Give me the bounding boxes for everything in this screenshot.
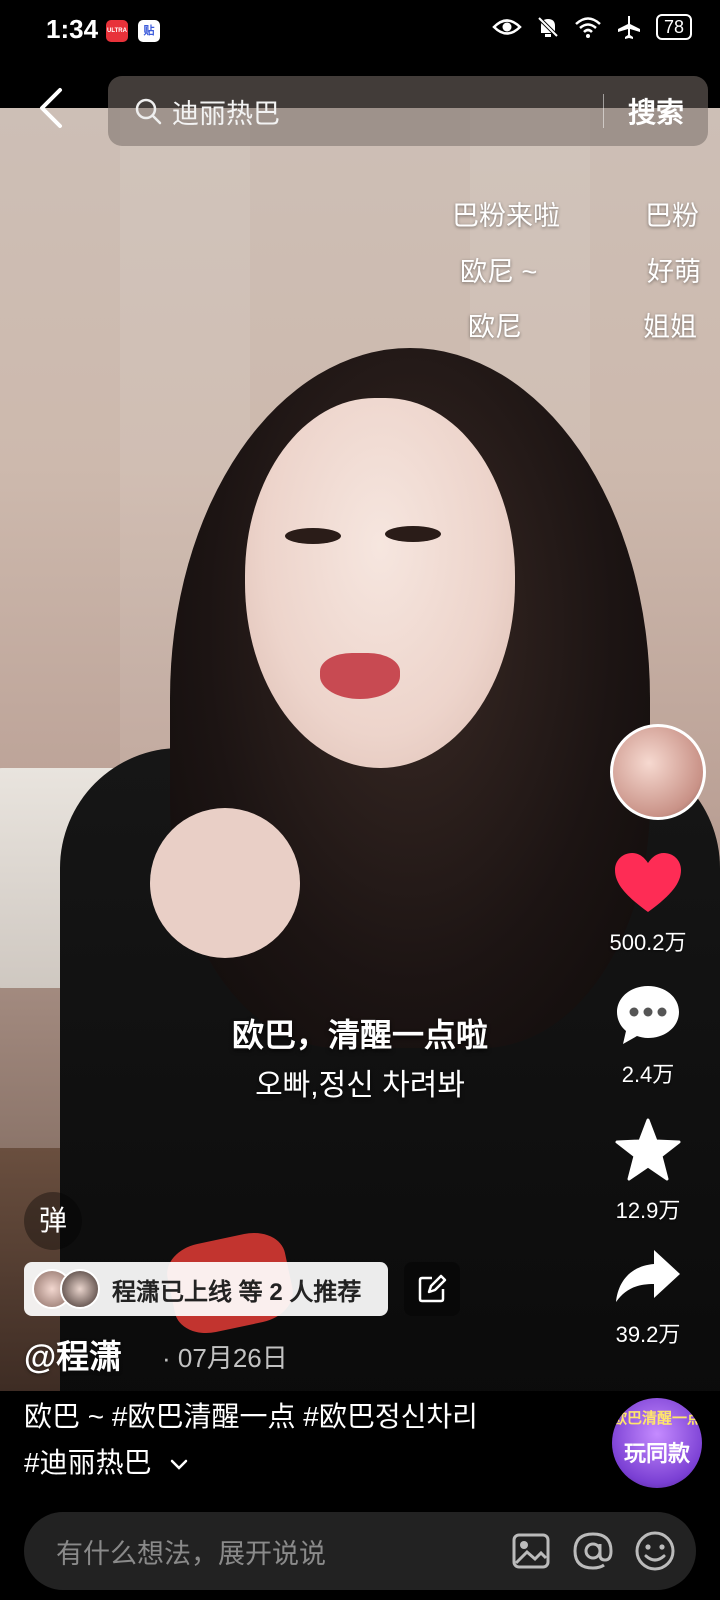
image-icon (512, 1533, 550, 1569)
comment-icon (617, 986, 679, 1044)
mouth (320, 653, 400, 699)
danmaku-comment: 欧尼 ~ (460, 257, 538, 287)
recommend-text: 程潇已上线 等 2 人推荐 (112, 1278, 362, 1306)
search-query[interactable]: 迪丽热巴 (172, 92, 603, 131)
comment-count: 2.4万 (621, 1062, 675, 1087)
comment-button[interactable]: 2.4万 (598, 984, 698, 1089)
post-caption[interactable]: 欧巴 ~ #欧巴清醒一点 #欧巴정신차리 #迪丽热巴 (24, 1394, 604, 1486)
danmaku-comment: 好萌 (647, 257, 701, 287)
recommend-chip[interactable]: 程潇已上线 等 2 人推荐 (24, 1262, 388, 1316)
date-separator: · (162, 1343, 171, 1373)
caption-line: 欧巴 ~ #欧巴清醒一点 #欧巴정신차리 (24, 1401, 478, 1432)
post-date: · 07月26日 (162, 1338, 288, 1375)
creator-avatar[interactable] (610, 724, 706, 820)
heart-icon (615, 853, 681, 912)
image-button[interactable] (500, 1531, 562, 1571)
share-arrow-icon (616, 1250, 680, 1302)
danmaku-comment: 巴粉来啦 (452, 201, 560, 231)
danmaku-comment: 欧尼 (468, 312, 522, 342)
app-notification-icon: ULTRA (106, 20, 128, 42)
search-button[interactable]: 搜索 (604, 91, 708, 131)
emoji-icon (635, 1531, 675, 1571)
play-same-button[interactable]: 欧巴清醒一点 玩同款 (612, 1398, 702, 1488)
mention-button[interactable] (562, 1530, 624, 1572)
hand (150, 808, 300, 958)
eye (385, 526, 441, 542)
edit-button[interactable] (404, 1262, 460, 1316)
play-same-tag: 欧巴清醒一点 (612, 1410, 702, 1427)
comment-input[interactable]: 有什么想法，展开说说 (56, 1532, 500, 1571)
status-icons: 78 (492, 14, 692, 40)
hashtag[interactable]: #迪丽热巴 (24, 1447, 152, 1478)
status-bar: 1:34 ULTRA 贴 78 (0, 0, 720, 64)
favorite-button[interactable]: 12.9万 (598, 1118, 698, 1225)
search-bar[interactable]: 迪丽热巴 搜索 (108, 76, 708, 146)
caption-line-2: #迪丽热巴 (24, 1440, 604, 1486)
share-button[interactable]: 39.2万 (598, 1248, 698, 1349)
favorite-count: 12.9万 (615, 1198, 681, 1223)
danmaku-comment: 巴粉 (645, 201, 699, 231)
chevron-down-icon[interactable] (169, 1458, 189, 1472)
airplane-icon (617, 16, 640, 39)
author-name[interactable]: @程潇 (24, 1330, 122, 1378)
eye-icon (492, 19, 522, 35)
at-icon (573, 1532, 613, 1570)
recommender-avatar (60, 1269, 100, 1309)
eye (285, 528, 341, 544)
like-button[interactable]: 500.2万 (598, 852, 698, 957)
battery-indicator: 78 (655, 14, 692, 40)
date-text: 07月26日 (177, 1343, 288, 1373)
like-count: 500.2万 (609, 930, 687, 955)
search-icon (135, 98, 162, 125)
play-same-label: 玩同款 (623, 1441, 690, 1466)
tieba-notification-icon: 贴 (138, 20, 160, 42)
mute-bell-icon (537, 16, 559, 38)
status-time: 1:34 (46, 14, 99, 44)
danmaku-toggle-button[interactable]: 弹 (24, 1192, 82, 1250)
edit-pencil-icon (418, 1274, 447, 1303)
star-icon (615, 1118, 681, 1181)
comment-input-bar[interactable]: 有什么想法，展开说说 (24, 1512, 696, 1590)
danmaku-comment: 姐姐 (643, 312, 697, 342)
person-face (245, 398, 515, 768)
back-arrow-icon[interactable] (32, 86, 72, 130)
wifi-icon (575, 17, 601, 38)
share-count: 39.2万 (615, 1322, 681, 1347)
emoji-button[interactable] (624, 1530, 686, 1572)
